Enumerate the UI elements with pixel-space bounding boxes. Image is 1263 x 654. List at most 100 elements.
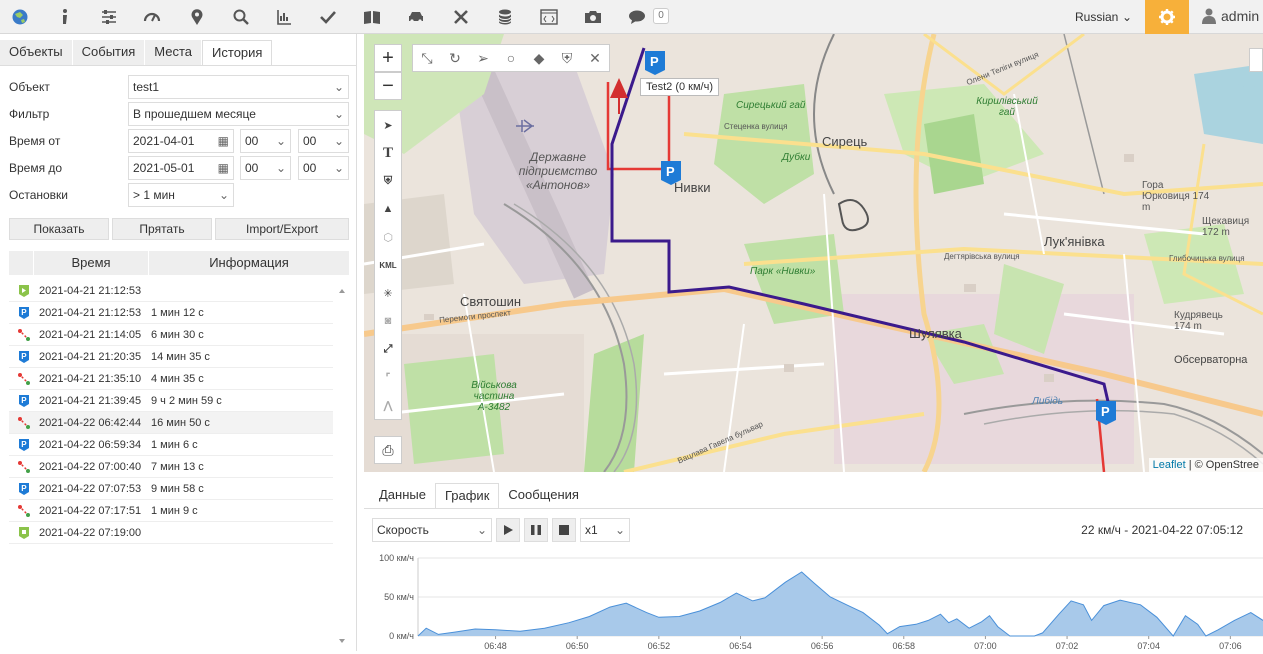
send-icon[interactable]: ➢ [469, 45, 497, 71]
kml-icon[interactable]: KML [375, 251, 401, 279]
corner-icon[interactable]: ⌜ [375, 363, 401, 391]
language-select[interactable]: Russian ⌄ [1069, 5, 1137, 29]
table-row[interactable]: 2021-04-22 07:19:00 [9, 522, 333, 544]
table-row[interactable]: P 2021-04-21 21:20:35 14 мин 35 с [9, 346, 333, 368]
speedometer-icon[interactable] [142, 7, 162, 27]
undo-icon[interactable]: ↻ [441, 45, 469, 71]
hour-from-select[interactable]: 00 ⌄ [240, 129, 291, 153]
table-row[interactable]: 2021-04-22 07:17:51 1 мин 9 с [9, 500, 333, 522]
close-icon[interactable]: ✕ [581, 45, 609, 71]
shield-icon[interactable]: ⛨ [375, 167, 401, 195]
map-view[interactable]: P P P Test2 (0 км/ч) Сирець Нивки Святош… [364, 34, 1263, 472]
tab-messages[interactable]: Сообщения [499, 483, 588, 509]
object-select[interactable]: test1 ⌄ [128, 75, 349, 99]
poi-label: Військова частина А-3482 [471, 380, 517, 413]
tag-icon[interactable]: ◆ [525, 45, 553, 71]
play-button[interactable] [496, 518, 520, 542]
import-export-button[interactable]: Import/Export [215, 218, 349, 240]
minute-from-select[interactable]: 00 ⌄ [298, 129, 349, 153]
settings-sliders-icon[interactable] [99, 7, 119, 27]
playback-speed-select[interactable]: x1 ⌄ [580, 518, 630, 542]
settings-button[interactable] [1145, 0, 1189, 34]
search-icon[interactable] [231, 7, 251, 27]
hide-button[interactable]: Прятать [112, 218, 212, 240]
date-from-input[interactable]: 2021-04-01 ▦ [128, 129, 234, 153]
zoom-in-button[interactable]: + [374, 44, 402, 72]
globe-icon[interactable] [10, 7, 30, 27]
stops-select[interactable]: > 1 мин ⌄ [128, 183, 234, 207]
scrollbar[interactable] [335, 280, 349, 651]
code-icon[interactable] [539, 7, 559, 27]
location-pin-icon[interactable] [187, 7, 207, 27]
tab-places[interactable]: Места [145, 40, 202, 66]
crosshair-icon[interactable]: ✳ [375, 279, 401, 307]
circle-icon[interactable]: ○ [497, 45, 525, 71]
chart-icon[interactable] [274, 7, 294, 27]
svg-text:P: P [21, 484, 27, 493]
car-icon[interactable] [406, 7, 426, 27]
map-layer-button[interactable] [1249, 48, 1263, 72]
pause-button[interactable] [524, 518, 548, 542]
tools-icon[interactable] [451, 7, 471, 27]
table-row[interactable]: P 2021-04-22 07:07:53 9 мин 58 с [9, 478, 333, 500]
navigate-icon[interactable]: ➤ [375, 111, 401, 139]
row-time: 2021-04-21 21:39:45 [39, 394, 142, 407]
database-icon[interactable] [495, 7, 515, 27]
tab-graph[interactable]: График [434, 483, 500, 509]
table-row[interactable]: 2021-04-21 21:35:10 4 мин 35 с [9, 368, 333, 390]
notification-count-badge: 0 [653, 8, 669, 24]
table-row[interactable]: 2021-04-21 21:14:05 6 мин 30 с [9, 324, 333, 346]
speed-chart[interactable]: 100 км/ч 50 км/ч 0 км/ч 06:48 06:50 06:52 06:5… [364, 552, 1263, 651]
svg-text:P: P [21, 308, 27, 317]
camera-icon[interactable]: ◙ [375, 307, 401, 335]
date-to-input[interactable]: 2021-05-01 ▦ [128, 156, 234, 180]
tab-objects[interactable]: Объекты [0, 40, 72, 66]
peak-label: Щекавиця 172 m [1202, 216, 1250, 238]
stops-value: > 1 мин [133, 188, 175, 202]
fullscreen-icon[interactable]: ⤢ [375, 335, 401, 363]
stop-button[interactable] [552, 518, 576, 542]
svg-text:P: P [21, 352, 27, 361]
angle-icon[interactable]: ⋀ [375, 391, 401, 419]
hexagon-icon[interactable]: ⬡ [375, 223, 401, 251]
header-info[interactable]: Информация [149, 251, 349, 275]
table-row[interactable]: 2021-04-22 06:42:44 16 мин 50 с [9, 412, 333, 434]
chat-icon[interactable] [627, 7, 647, 27]
hour-to-select[interactable]: 00 ⌄ [240, 156, 291, 180]
header-time[interactable]: Время [34, 251, 149, 275]
chevron-down-icon: ⌄ [333, 134, 344, 148]
parking-icon: P [9, 306, 39, 320]
road-icon[interactable]: ▲ [375, 195, 401, 223]
expand-icon[interactable]: ⤡ [413, 45, 441, 71]
check-icon[interactable] [318, 7, 338, 27]
table-row[interactable]: 2021-04-22 07:00:40 7 мин 13 с [9, 456, 333, 478]
table-row[interactable]: 2021-04-21 21:12:53 [9, 280, 333, 302]
filter-select[interactable]: В прошедшем месяце ⌄ [128, 102, 349, 126]
osm-attribution[interactable]: © OpenStree [1195, 459, 1259, 471]
svg-text:P: P [21, 440, 27, 449]
leaflet-link[interactable]: Leaflet [1153, 459, 1186, 471]
hour-from-value: 00 [245, 134, 259, 148]
parking-marker[interactable]: P [1095, 400, 1117, 426]
calendar-icon[interactable]: ▦ [218, 157, 229, 179]
calendar-icon[interactable]: ▦ [218, 130, 229, 152]
user-menu[interactable]: admin [1202, 8, 1259, 24]
place-label: Обсерваторна [1174, 354, 1248, 366]
book-icon[interactable] [362, 7, 382, 27]
table-row[interactable]: P 2021-04-22 06:59:34 1 мин 6 с [9, 434, 333, 456]
minute-to-select[interactable]: 00 ⌄ [298, 156, 349, 180]
parking-marker[interactable]: P [644, 50, 666, 76]
text-tool-icon[interactable]: T [375, 139, 401, 167]
tab-events[interactable]: События [72, 40, 145, 66]
print-button[interactable]: ⎙ [374, 436, 402, 464]
info-icon[interactable] [55, 7, 75, 27]
table-row[interactable]: P 2021-04-21 21:12:53 1 мин 12 с [9, 302, 333, 324]
metric-select[interactable]: Скорость ⌄ [372, 518, 492, 542]
shield-icon[interactable]: ⛨ [553, 45, 581, 71]
table-row[interactable]: P 2021-04-21 21:39:45 9 ч 2 мин 59 с [9, 390, 333, 412]
tab-history[interactable]: История [202, 40, 273, 66]
camera-icon[interactable] [583, 7, 603, 27]
zoom-out-button[interactable]: − [374, 72, 402, 100]
tab-data[interactable]: Данные [370, 483, 435, 509]
show-button[interactable]: Показать [9, 218, 109, 240]
